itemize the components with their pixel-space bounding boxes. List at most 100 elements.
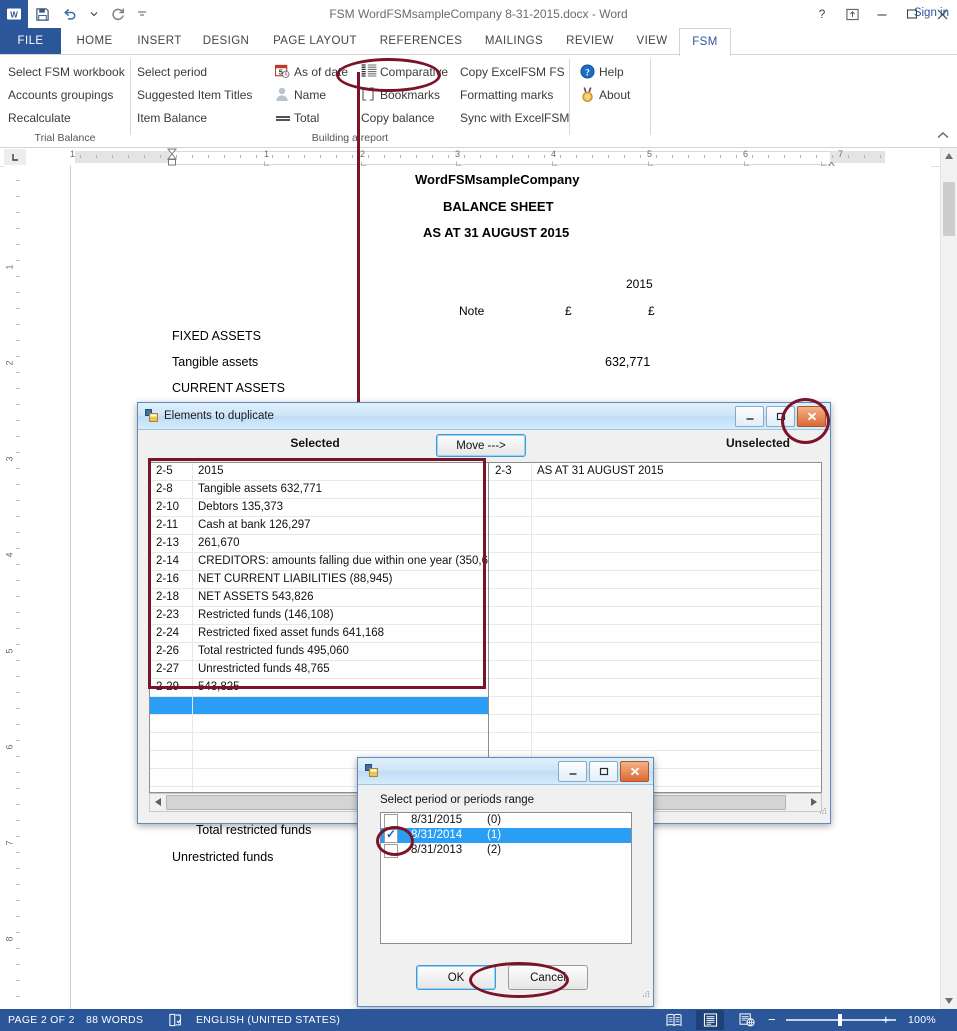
ribbon-display-options-icon[interactable] xyxy=(837,0,867,28)
ruler-number: 5 xyxy=(647,149,653,159)
list-item[interactable] xyxy=(489,553,821,571)
scroll-down-icon[interactable] xyxy=(941,993,957,1009)
list-item[interactable] xyxy=(150,697,490,715)
list-item[interactable]: 2-3 AS AT 31 AUGUST 2015 xyxy=(489,463,821,481)
tab-references[interactable]: REFERENCES xyxy=(369,28,473,55)
ribbon-item-accounts-groupings[interactable]: Accounts groupings xyxy=(8,84,113,106)
list-column-divider xyxy=(531,481,532,498)
dialog-title-bar[interactable] xyxy=(358,758,653,785)
tab-design[interactable]: DESIGN xyxy=(191,28,261,55)
list-column-divider xyxy=(531,625,532,642)
list-item[interactable] xyxy=(489,715,821,733)
minimize-button[interactable] xyxy=(735,406,764,427)
zoom-out-button[interactable]: − xyxy=(768,1009,776,1031)
list-item[interactable] xyxy=(150,733,490,751)
page-indicator[interactable]: PAGE 2 OF 2 xyxy=(8,1009,75,1031)
horizontal-ruler[interactable]: 1 1 2 3 4 5 6 7 ∟ ∟ ∟ ∟ ∟ ∟ ∟ xyxy=(0,148,957,170)
ribbon-item-sync-with-excelfsm[interactable]: Sync with ExcelFSM xyxy=(460,107,569,129)
tab-fsm[interactable]: FSM xyxy=(679,28,731,56)
ribbon-item-select-fsm-workbook[interactable]: Select FSM workbook xyxy=(8,61,125,83)
list-item[interactable] xyxy=(489,481,821,499)
sign-in-link[interactable]: Sign in xyxy=(914,0,949,27)
zoom-in-button[interactable]: + xyxy=(882,1009,890,1031)
collapse-ribbon-icon[interactable] xyxy=(937,131,949,143)
list-item[interactable] xyxy=(489,589,821,607)
zoom-slider-thumb[interactable] xyxy=(838,1014,842,1026)
vertical-ruler[interactable]: 1 2 3 4 5 6 7 8 xyxy=(4,166,26,1009)
ribbon-item-about[interactable]: About xyxy=(599,84,630,106)
tab-page-layout[interactable]: PAGE LAYOUT xyxy=(261,28,369,55)
scroll-up-icon[interactable] xyxy=(941,148,957,164)
unselected-list[interactable]: 2-3 AS AT 31 AUGUST 2015 xyxy=(488,462,822,793)
minimize-icon[interactable] xyxy=(867,0,897,28)
list-item[interactable] xyxy=(489,625,821,643)
list-item[interactable] xyxy=(489,571,821,589)
ruler-number: 7 xyxy=(4,840,15,846)
period-list-item[interactable]: 8/31/2015 (0) xyxy=(381,813,631,828)
list-column-divider xyxy=(531,607,532,624)
tab-file[interactable]: FILE xyxy=(0,28,61,55)
tab-mailings[interactable]: MAILINGS xyxy=(473,28,555,55)
ruler-tick xyxy=(480,155,481,158)
period-list-item[interactable]: 8/31/2014 (1) xyxy=(381,827,631,843)
ribbon-item-help[interactable]: Help xyxy=(599,61,624,83)
ruler-tick xyxy=(16,740,20,741)
ribbon-item-select-period[interactable]: Select period xyxy=(137,61,207,83)
minimize-button[interactable] xyxy=(558,761,587,782)
list-item[interactable] xyxy=(489,697,821,715)
period-list[interactable]: 8/31/2015 (0) 8/31/2014 (1) 8/31/2013 (2) xyxy=(380,812,632,944)
resize-grip-icon[interactable] xyxy=(816,803,827,821)
list-item-label: AS AT 31 AUGUST 2015 xyxy=(537,465,664,477)
ruler-tick xyxy=(16,564,20,565)
list-item[interactable] xyxy=(489,535,821,553)
ruler-tick xyxy=(704,155,705,158)
list-item[interactable] xyxy=(489,607,821,625)
ruler-tick xyxy=(16,324,20,325)
ruler-number: 3 xyxy=(455,149,461,159)
tab-view[interactable]: VIEW xyxy=(625,28,679,55)
help-icon[interactable]: ? xyxy=(807,0,837,28)
ruler-tick xyxy=(816,155,817,158)
period-list-item[interactable]: 8/31/2013 (2) xyxy=(381,843,631,858)
read-mode-view-button[interactable] xyxy=(660,1010,688,1030)
list-column-divider xyxy=(531,643,532,660)
tab-insert[interactable]: INSERT xyxy=(128,28,191,55)
list-item[interactable] xyxy=(489,733,821,751)
ribbon-item-copy-excelfsm-fs[interactable]: Copy ExcelFSM FS xyxy=(460,61,565,83)
ribbon-item-recalculate[interactable]: Recalculate xyxy=(8,107,71,129)
ribbon-item-copy-balance[interactable]: Copy balance xyxy=(361,107,434,129)
list-item[interactable] xyxy=(489,643,821,661)
ruler-tick xyxy=(416,155,417,158)
scrollbar-thumb[interactable] xyxy=(943,182,955,236)
move-button[interactable]: Move ---> xyxy=(436,434,526,457)
spell-check-icon[interactable] xyxy=(164,1009,186,1031)
tab-selector-icon[interactable] xyxy=(4,149,26,165)
language-indicator[interactable]: ENGLISH (UNITED STATES) xyxy=(196,1009,340,1031)
list-item[interactable] xyxy=(150,715,490,733)
document-vertical-scrollbar[interactable] xyxy=(940,148,957,1009)
ruler-tick xyxy=(16,580,20,581)
ribbon-item-name[interactable]: Name xyxy=(294,84,326,106)
word-count[interactable]: 88 WORDS xyxy=(86,1009,143,1031)
list-item[interactable] xyxy=(489,517,821,535)
tab-home[interactable]: HOME xyxy=(61,28,128,55)
tab-review[interactable]: REVIEW xyxy=(555,28,625,55)
ruler-tick xyxy=(16,180,20,181)
list-item[interactable] xyxy=(489,661,821,679)
web-layout-view-button[interactable] xyxy=(733,1010,761,1030)
ruler-tick xyxy=(448,155,449,158)
ribbon-item-suggested-item-titles[interactable]: Suggested Item Titles xyxy=(137,84,252,106)
resize-grip-icon[interactable] xyxy=(639,986,650,1004)
list-item[interactable] xyxy=(489,679,821,697)
document-text-line: CURRENT ASSETS xyxy=(172,381,285,395)
zoom-level[interactable]: 100% xyxy=(908,1009,936,1031)
maximize-button[interactable] xyxy=(589,761,618,782)
ribbon-item-formatting-marks[interactable]: Formatting marks xyxy=(460,84,553,106)
ribbon-item-total[interactable]: Total xyxy=(294,107,319,129)
dialog-title-bar[interactable]: Elements to duplicate xyxy=(138,403,830,430)
ruler-tick xyxy=(384,155,385,158)
ribbon-item-item-balance[interactable]: Item Balance xyxy=(137,107,207,129)
list-item[interactable] xyxy=(489,499,821,517)
print-layout-view-button[interactable] xyxy=(696,1010,724,1030)
close-button[interactable] xyxy=(620,761,649,782)
